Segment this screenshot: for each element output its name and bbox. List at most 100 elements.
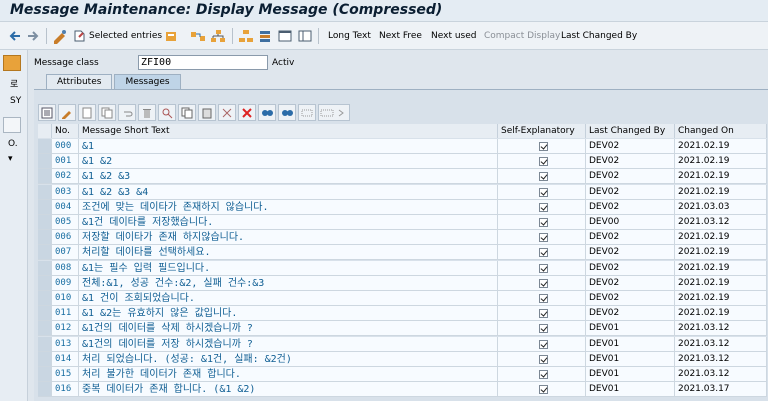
table-row[interactable]: 001 &1 &2 DEV02 2021.02.19 [38, 154, 768, 170]
message-text-field[interactable]: 전체:&1, 성공 건수:&2, 실패 건수:&3 [79, 275, 498, 291]
table-row[interactable]: 008 &1는 필수 입력 필드입니다. DEV02 2021.02.19 [38, 260, 768, 276]
left-item-2[interactable]: SY [10, 96, 21, 106]
table-row[interactable]: 015 처리 불가한 데이터가 존재 합니다. DEV01 2021.03.12 [38, 367, 768, 382]
row-selector[interactable] [38, 199, 52, 215]
delete-icon[interactable] [138, 104, 156, 121]
table-row[interactable]: 016 중복 데이터가 존재 합니다. (&1 &2) DEV01 2021.0… [38, 382, 768, 398]
message-text-field[interactable]: &1 &2 &3 &4 [79, 184, 498, 200]
details-icon[interactable] [38, 104, 56, 121]
message-text-field[interactable]: &1 &2 [79, 154, 498, 170]
message-number-field[interactable]: 007 [52, 245, 79, 261]
self-explanatory-checkbox[interactable] [539, 339, 548, 349]
row-selector[interactable] [38, 275, 52, 291]
message-text-field[interactable]: 처리 불가한 데이터가 존재 합니다. [79, 367, 498, 382]
table-row[interactable]: 000 &1 DEV02 2021.02.19 [38, 139, 768, 154]
window-icon[interactable] [278, 27, 292, 45]
self-explanatory-checkbox[interactable] [539, 294, 548, 303]
message-text-field[interactable]: &1 건이 조회되었습니다. [79, 291, 498, 306]
message-number-field[interactable]: 013 [52, 336, 79, 352]
message-number-field[interactable]: 011 [52, 306, 79, 322]
message-number-field[interactable]: 014 [52, 351, 79, 367]
row-selector[interactable] [38, 306, 52, 322]
row-selector[interactable] [38, 382, 52, 398]
row-selector[interactable] [38, 245, 52, 261]
message-number-field[interactable]: 000 [52, 139, 79, 154]
self-explanatory-checkbox[interactable] [539, 202, 548, 212]
row-selector[interactable] [38, 367, 52, 382]
row-selector[interactable] [38, 321, 52, 337]
message-text-field[interactable]: &1건의 데이터를 저장 하시겠습니까 ? [79, 336, 498, 352]
self-explanatory-checkbox[interactable] [539, 248, 548, 258]
message-number-field[interactable]: 016 [52, 382, 79, 398]
message-number-field[interactable]: 012 [52, 321, 79, 337]
next-used-button[interactable]: Next used [431, 31, 476, 41]
row-selector[interactable] [38, 260, 52, 276]
object-navigator-icon[interactable] [3, 55, 21, 71]
self-explanatory-checkbox[interactable] [539, 278, 548, 288]
message-number-field[interactable]: 005 [52, 215, 79, 230]
message-text-field[interactable]: &1건 데이타를 저장했습니다. [79, 215, 498, 230]
self-explanatory-checkbox[interactable] [539, 187, 548, 197]
table-row[interactable]: 012 &1건의 데이터를 삭제 하시겠습니까 ? DEV01 2021.03.… [38, 321, 768, 337]
other-object-icon[interactable] [164, 27, 178, 45]
row-selector[interactable] [38, 230, 52, 246]
message-number-field[interactable]: 006 [52, 230, 79, 246]
table-row[interactable]: 009 전체:&1, 성공 건수:&2, 실패 건수:&3 DEV02 2021… [38, 275, 768, 291]
dropdown-arrow-icon[interactable]: ▾ [8, 154, 13, 164]
forward-icon[interactable] [26, 27, 40, 45]
column-header-no[interactable]: No. [52, 124, 79, 138]
hierarchy-icon[interactable] [210, 27, 226, 45]
table-row[interactable]: 007 처리할 데이타를 선택하세요. DEV02 2021.02.19 [38, 245, 768, 261]
message-text-field[interactable]: 저장할 데이타가 존재 하지않습니다. [79, 230, 498, 246]
search-icon[interactable] [258, 104, 276, 121]
message-number-field[interactable]: 002 [52, 169, 79, 185]
column-header-changed-on[interactable]: Changed On [675, 124, 767, 138]
self-explanatory-checkbox[interactable] [539, 370, 548, 379]
message-class-input[interactable]: ZFI00 [138, 55, 268, 70]
layout-icon[interactable] [298, 27, 312, 45]
next-free-button[interactable]: Next Free [379, 31, 422, 41]
left-item-1[interactable]: 로 [10, 77, 18, 90]
back-icon[interactable] [8, 27, 22, 45]
cut-icon[interactable] [218, 104, 236, 121]
collapse-icon[interactable] [3, 117, 21, 133]
message-number-field[interactable]: 004 [52, 199, 79, 215]
compact-display-button[interactable]: Compact Display [484, 31, 560, 41]
select-all-header[interactable] [38, 124, 52, 138]
copy-row-icon[interactable] [98, 104, 116, 121]
stack-icon[interactable] [258, 27, 272, 45]
self-explanatory-checkbox[interactable] [539, 354, 548, 364]
find-icon[interactable] [158, 104, 176, 121]
insert-row-icon[interactable] [78, 104, 96, 121]
undo-icon[interactable] [118, 104, 136, 121]
self-explanatory-checkbox[interactable] [539, 233, 548, 243]
edit-icon[interactable] [58, 104, 76, 121]
table-row[interactable]: 003 &1 &2 &3 &4 DEV02 2021.02.19 [38, 184, 768, 200]
row-selector[interactable] [38, 336, 52, 352]
self-explanatory-checkbox[interactable] [539, 263, 548, 273]
message-number-field[interactable]: 010 [52, 291, 79, 306]
table-row[interactable]: 014 처리 되었습니다. (성공: &1건, 실패: &2건) DEV01 2… [38, 351, 768, 367]
message-number-field[interactable]: 001 [52, 154, 79, 170]
tab-messages[interactable]: Messages [114, 74, 181, 90]
self-explanatory-checkbox[interactable] [539, 172, 548, 182]
table-row[interactable]: 011 &1 &2는 유효하지 않은 값입니다. DEV02 2021.02.1… [38, 306, 768, 322]
more-icon[interactable] [318, 104, 350, 121]
where-used-icon[interactable] [190, 27, 206, 45]
display-change-icon[interactable] [52, 27, 68, 45]
column-header-last-changed-by[interactable]: Last Changed By [586, 124, 675, 138]
self-explanatory-checkbox[interactable] [539, 385, 548, 395]
long-text-button[interactable]: Long Text [328, 31, 371, 41]
selected-entries-icon[interactable] [72, 27, 86, 45]
row-selector[interactable] [38, 184, 52, 200]
select-block-icon[interactable] [298, 104, 316, 121]
row-selector[interactable] [38, 351, 52, 367]
row-selector[interactable] [38, 215, 52, 230]
table-row[interactable]: 006 저장할 데이타가 존재 하지않습니다. DEV02 2021.02.19 [38, 230, 768, 246]
self-explanatory-checkbox[interactable] [539, 157, 548, 167]
copy-icon[interactable] [178, 104, 196, 121]
last-changed-by-button[interactable]: Last Changed By [561, 31, 637, 41]
message-number-field[interactable]: 015 [52, 367, 79, 382]
self-explanatory-checkbox[interactable] [539, 309, 548, 319]
self-explanatory-checkbox[interactable] [539, 218, 548, 227]
